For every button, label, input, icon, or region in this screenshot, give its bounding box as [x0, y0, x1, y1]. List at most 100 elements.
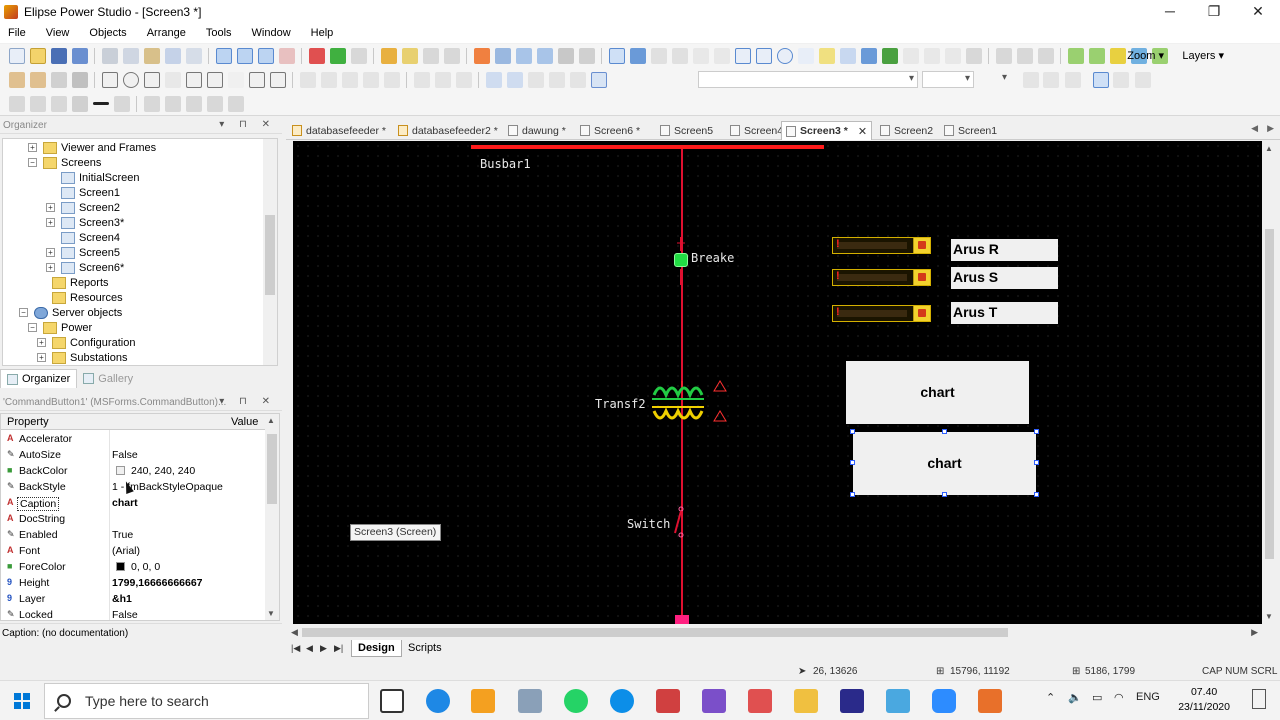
- arus-r-label[interactable]: Arus R: [951, 239, 1058, 261]
- battery-icon[interactable]: ▭: [1092, 691, 1102, 704]
- zoom-dropdown[interactable]: Zoom ▾: [1127, 49, 1164, 62]
- scroll-right-icon[interactable]: ▶: [1251, 627, 1258, 638]
- property-row[interactable]: 9 Layer &h1: [1, 591, 265, 607]
- tab-scripts[interactable]: Scripts: [402, 640, 448, 657]
- property-value[interactable]: chart: [112, 497, 138, 509]
- fill-icon[interactable]: [860, 48, 877, 64]
- doc-tab[interactable]: Screen5: [660, 121, 713, 140]
- pen-color-icon[interactable]: [50, 95, 67, 112]
- align-top-icon[interactable]: [341, 72, 358, 88]
- combobox-icon[interactable]: [185, 72, 202, 88]
- objects-icon[interactable]: [473, 48, 490, 64]
- expand-toggle-icon[interactable]: [46, 173, 55, 182]
- busbar-label[interactable]: Busbar1: [480, 157, 531, 171]
- bold-icon[interactable]: [1022, 72, 1039, 88]
- pencil-icon[interactable]: [671, 48, 688, 64]
- wifi-icon[interactable]: ◠: [1114, 691, 1124, 704]
- tabs-scroll-right-icon[interactable]: ▶: [1267, 123, 1274, 134]
- busbar-line[interactable]: [471, 145, 824, 149]
- resize-handle[interactable]: [850, 460, 855, 465]
- tools-icon[interactable]: [578, 48, 595, 64]
- tree-item[interactable]: Screen1: [46, 185, 120, 200]
- canvas-vertical-scrollbar[interactable]: ▲ ▼: [1262, 141, 1277, 624]
- resize-handle[interactable]: [942, 429, 947, 434]
- files-icon[interactable]: [518, 689, 542, 713]
- next-page-icon[interactable]: ▶: [320, 643, 327, 654]
- effect-icon[interactable]: [206, 95, 223, 112]
- text-align-right-icon[interactable]: [1134, 72, 1151, 88]
- restore-button[interactable]: ❐: [1192, 0, 1236, 23]
- display-icon[interactable]: [923, 48, 940, 64]
- chart-button-2[interactable]: chart: [853, 432, 1036, 495]
- feeder-end-marker[interactable]: [675, 615, 689, 624]
- design-canvas[interactable]: Busbar1 Breake Transf2 Switch ! ! ! Arus…: [293, 141, 1262, 624]
- tree-item[interactable]: + Substations: [37, 350, 127, 365]
- expand-toggle-icon[interactable]: −: [28, 323, 37, 332]
- snap-icon[interactable]: [569, 72, 586, 88]
- grid-toggle-icon[interactable]: [590, 72, 607, 88]
- step-icon[interactable]: [350, 48, 367, 64]
- tree-item[interactable]: + Screen5: [46, 245, 120, 260]
- breaker-label[interactable]: Breake: [691, 251, 734, 265]
- arc-icon[interactable]: [797, 48, 814, 64]
- split-view-icon[interactable]: [278, 48, 295, 64]
- rounded-rect-icon[interactable]: [755, 48, 772, 64]
- property-row[interactable]: A Font (Arial): [1, 543, 265, 559]
- center-v-icon[interactable]: [548, 72, 565, 88]
- property-row[interactable]: ■ BackColor 240, 240, 240: [1, 463, 265, 479]
- align-icon[interactable]: [995, 48, 1012, 64]
- properties-controls[interactable]: ▾ ⊓ ✕: [219, 396, 276, 407]
- indicator-button-icon[interactable]: [913, 306, 930, 321]
- zoom-tool-icon[interactable]: [650, 48, 667, 64]
- property-value[interactable]: 0, 0, 0: [112, 561, 160, 573]
- properties-icon[interactable]: [515, 48, 532, 64]
- task-view-icon[interactable]: [380, 689, 404, 713]
- chrome-like-icon[interactable]: [426, 689, 450, 713]
- language-indicator[interactable]: ENG: [1136, 691, 1160, 703]
- horizontal-scroll-thumb[interactable]: [302, 628, 1008, 637]
- arrange-icon[interactable]: [227, 95, 244, 112]
- value-column-header[interactable]: Value: [231, 416, 258, 428]
- border-icon[interactable]: [185, 95, 202, 112]
- same-width-icon[interactable]: [413, 72, 430, 88]
- tree-item[interactable]: Screen4: [46, 230, 120, 245]
- design-mode-icon[interactable]: [215, 48, 232, 64]
- expand-toggle-icon[interactable]: [46, 188, 55, 197]
- app-icon-2[interactable]: [29, 72, 46, 88]
- doc-tab[interactable]: Screen3 * ✕: [781, 121, 873, 140]
- font-color-select[interactable]: [980, 71, 1010, 88]
- arus-t-indicator[interactable]: !: [832, 305, 931, 322]
- property-scrollbar[interactable]: ▲ ▼: [265, 414, 279, 620]
- polyline-icon[interactable]: [713, 48, 730, 64]
- rotate-icon[interactable]: [629, 48, 646, 64]
- expand-toggle-icon[interactable]: −: [19, 308, 28, 317]
- checkbox-icon[interactable]: [101, 72, 118, 88]
- browser-icon[interactable]: [536, 48, 553, 64]
- tab-gallery[interactable]: Gallery: [77, 369, 139, 388]
- expand-toggle-icon[interactable]: +: [46, 203, 55, 212]
- alarm-icon[interactable]: [71, 72, 88, 88]
- tree-item[interactable]: + Screen3*: [46, 215, 124, 230]
- gradient-icon[interactable]: [113, 95, 130, 112]
- property-value[interactable]: False: [112, 609, 138, 620]
- tree-item[interactable]: + Configuration: [37, 335, 135, 350]
- visual-studio-icon[interactable]: [702, 689, 726, 713]
- listbox-icon[interactable]: [143, 72, 160, 88]
- distribute-icon[interactable]: [1016, 48, 1033, 64]
- tabs-scroll-left-icon[interactable]: ◀: [1251, 123, 1258, 134]
- property-value[interactable]: 1799,16666666667: [112, 577, 203, 589]
- tree-item[interactable]: − Screens: [28, 155, 101, 170]
- canvas-horizontal-scrollbar[interactable]: ◀ ▶: [288, 625, 1262, 640]
- first-page-icon[interactable]: |◀: [291, 643, 300, 654]
- paste-icon[interactable]: [143, 48, 160, 64]
- align-middle-icon[interactable]: [362, 72, 379, 88]
- property-row[interactable]: A DocString: [1, 511, 265, 527]
- tree-item[interactable]: Resources: [37, 290, 123, 305]
- tab-design[interactable]: Design: [351, 640, 402, 657]
- indicator-button-icon[interactable]: [913, 270, 930, 285]
- scroll-up-icon[interactable]: ▲: [1265, 144, 1273, 153]
- property-row[interactable]: A Caption chart: [1, 495, 265, 511]
- resize-handle[interactable]: [1034, 460, 1039, 465]
- align-bottom-icon[interactable]: [383, 72, 400, 88]
- notes-icon[interactable]: [886, 689, 910, 713]
